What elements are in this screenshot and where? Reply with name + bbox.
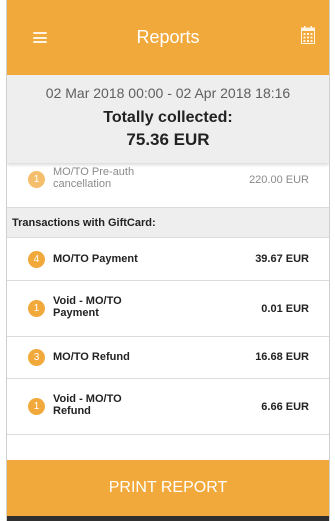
transaction-name: Void - MO/TO Payment [53,295,122,319]
list-item: 4 MO/TO Payment 39.67 EUR [7,238,329,281]
list-item: 1 Void - MO/TO Refund 6.66 EUR [7,379,329,435]
count-badge: 4 [28,251,45,268]
section-header: Transactions with GiftCard: [7,208,329,238]
print-report-button[interactable]: PRINT REPORT [7,460,329,516]
app-bar: Reports [7,0,329,75]
transaction-amount: 39.67 EUR [255,253,309,265]
count-badge: 1 [28,300,45,317]
list-item: 3 MO/TO Refund 16.68 EUR [7,337,329,379]
count-badge: 1 [28,398,45,415]
transactions-list[interactable]: 1 MO/TO Pre-auth cancellation 220.00 EUR… [7,155,329,460]
transaction-amount: 0.01 EUR [261,303,309,315]
transaction-name: MO/TO Refund [53,351,130,363]
page-title: Reports [136,27,200,47]
total-amount: 75.36 EUR [126,130,210,149]
total-label: Totally collected: [103,109,233,126]
bottom-divider [7,516,329,521]
transaction-name: MO/TO Pre-auth cancellation [53,166,135,190]
list-item: 1 Void - MO/TO Payment 0.01 EUR [7,281,329,337]
transaction-amount: 16.68 EUR [255,351,309,363]
transaction-amount: 6.66 EUR [261,401,309,413]
report-summary: 02 Mar 2018 00:00 - 02 Apr 2018 18:16 To… [7,75,329,163]
calendar-icon[interactable] [301,26,315,44]
date-range: 02 Mar 2018 00:00 - 02 Apr 2018 18:16 [45,85,291,101]
transaction-name: Void - MO/TO Refund [53,393,122,417]
transaction-amount: 220.00 EUR [249,174,309,186]
transaction-name: MO/TO Payment [53,253,138,265]
section-title: Transactions with GiftCard: [12,217,156,229]
count-badge: 1 [28,171,45,188]
count-badge: 3 [28,349,45,366]
app-frame: Reports 02 Mar 2018 00:00 - 02 Apr 2018 … [6,0,330,521]
